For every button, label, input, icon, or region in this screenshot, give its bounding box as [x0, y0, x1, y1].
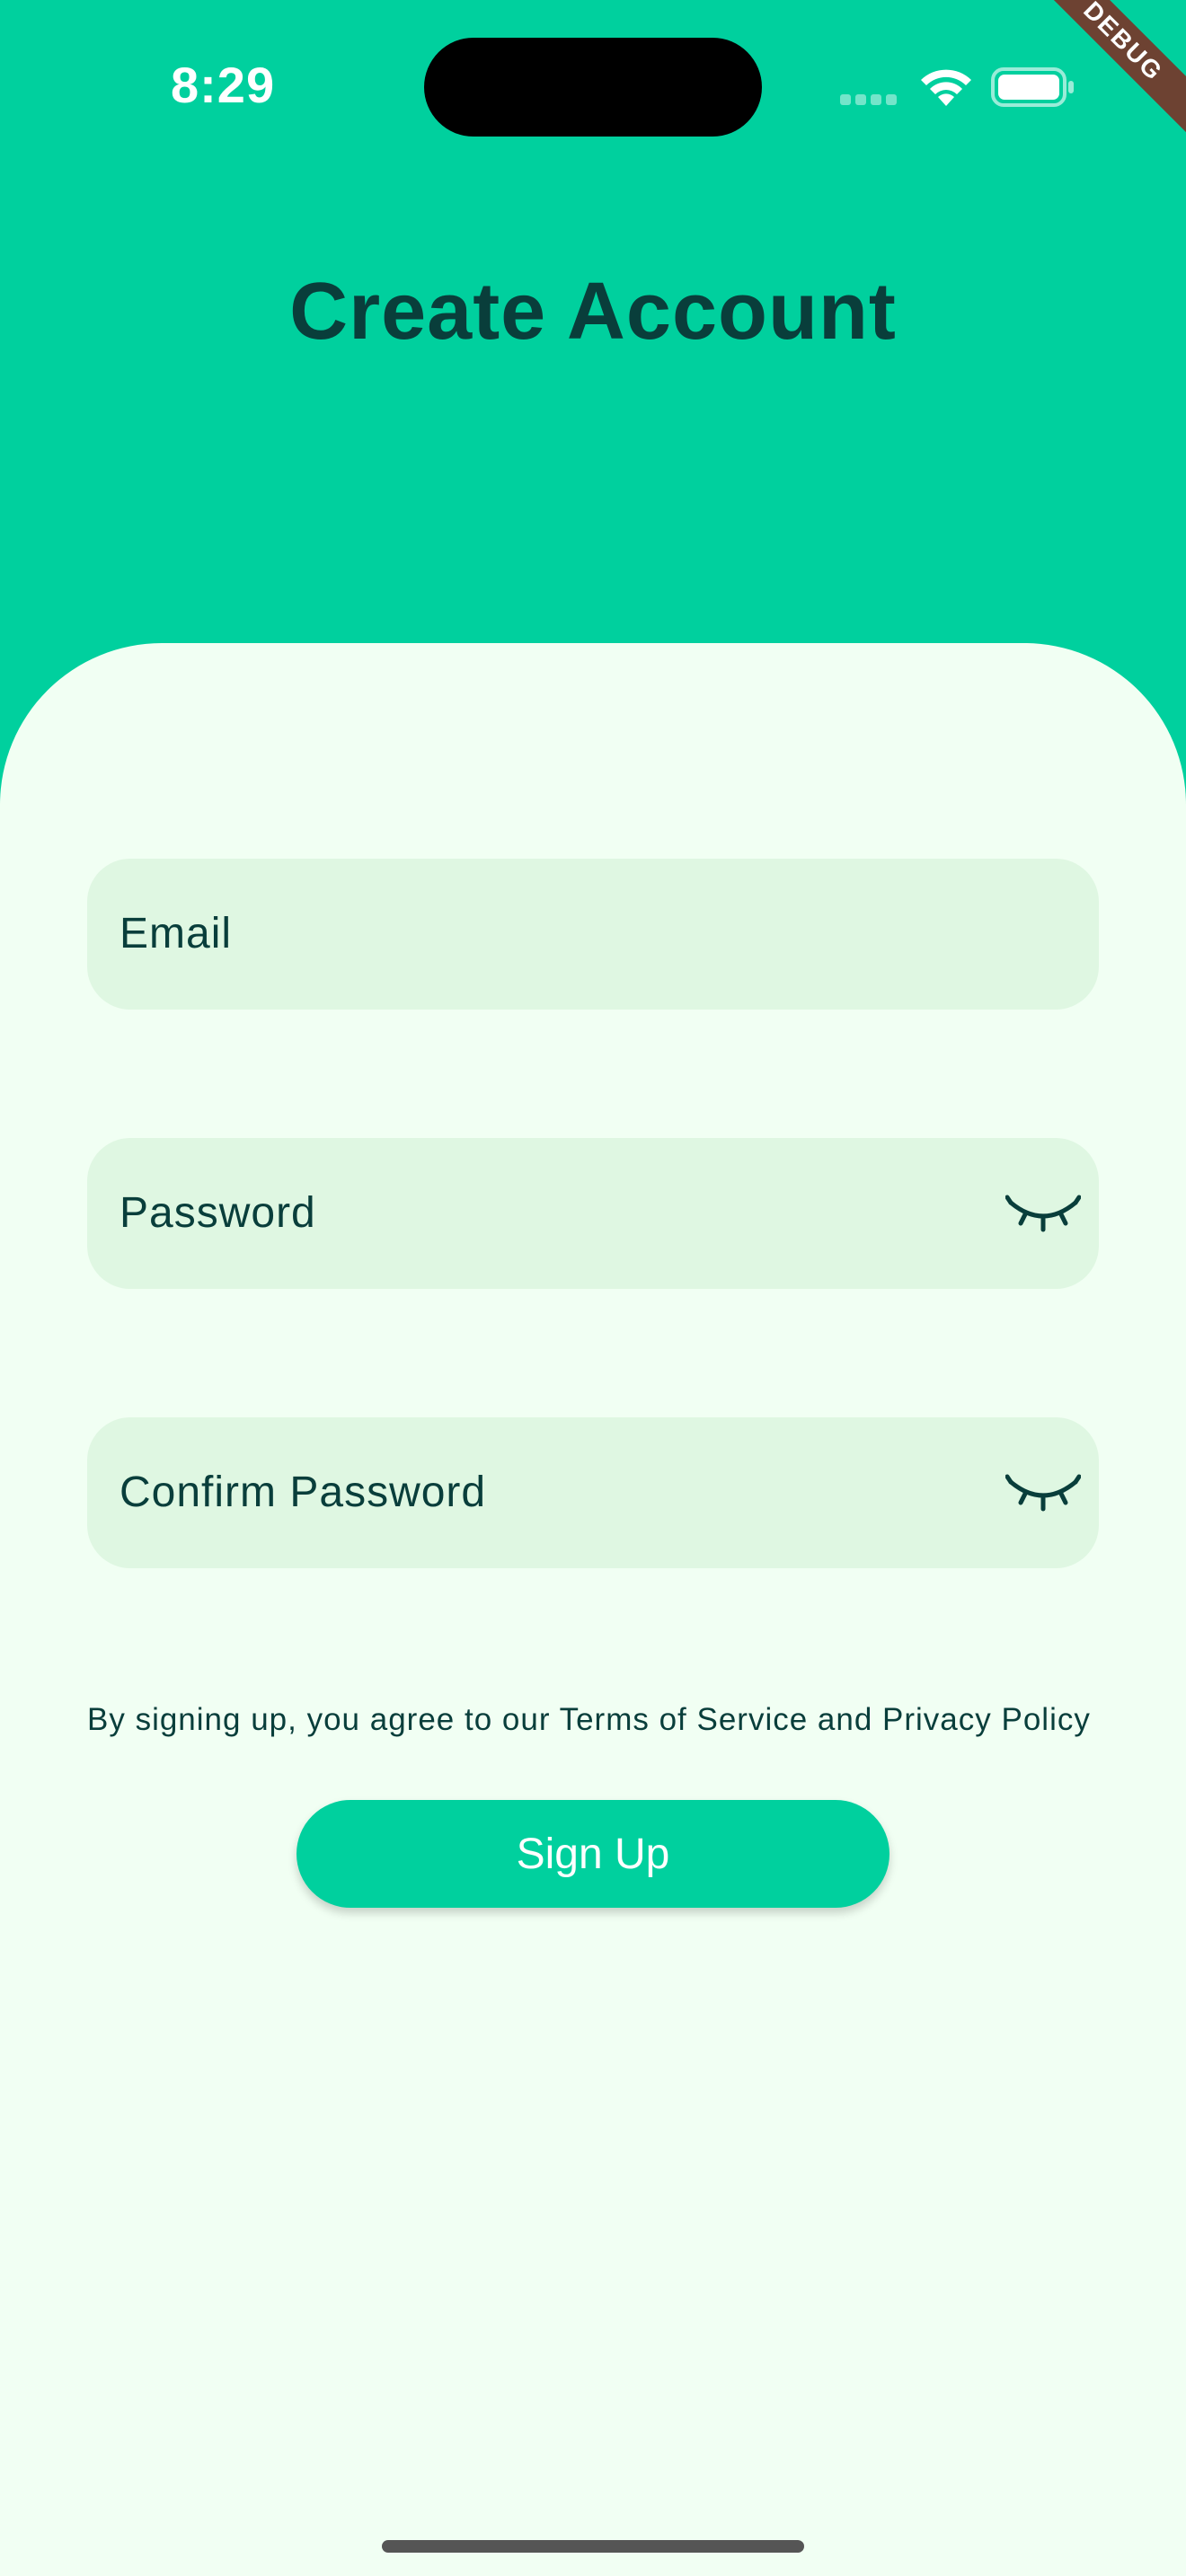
form-panel: Email Password Confirm Password [0, 643, 1186, 2576]
page-title: Create Account [289, 267, 897, 357]
status-bar: 8:29 [0, 0, 1186, 171]
eye-closed-icon[interactable] [1005, 1192, 1081, 1235]
wifi-icon [921, 69, 971, 106]
password-field-label: Password [119, 1189, 316, 1237]
sign-up-button[interactable]: Sign Up [296, 1800, 890, 1908]
cellular-signal-icon [840, 93, 903, 105]
eye-closed-icon[interactable] [1005, 1471, 1081, 1514]
password-field[interactable]: Password [87, 1138, 1099, 1289]
dynamic-island [424, 38, 762, 137]
email-field-label: Email [119, 910, 233, 957]
confirm-password-field-label: Confirm Password [119, 1469, 487, 1516]
home-indicator[interactable] [382, 2540, 804, 2553]
email-field[interactable]: Email [87, 859, 1099, 1010]
status-time: 8:29 [171, 57, 276, 113]
terms-text: By signing up, you agree to our Terms of… [87, 1702, 1091, 1737]
confirm-password-field[interactable]: Confirm Password [87, 1417, 1099, 1568]
battery-icon [991, 67, 1074, 107]
